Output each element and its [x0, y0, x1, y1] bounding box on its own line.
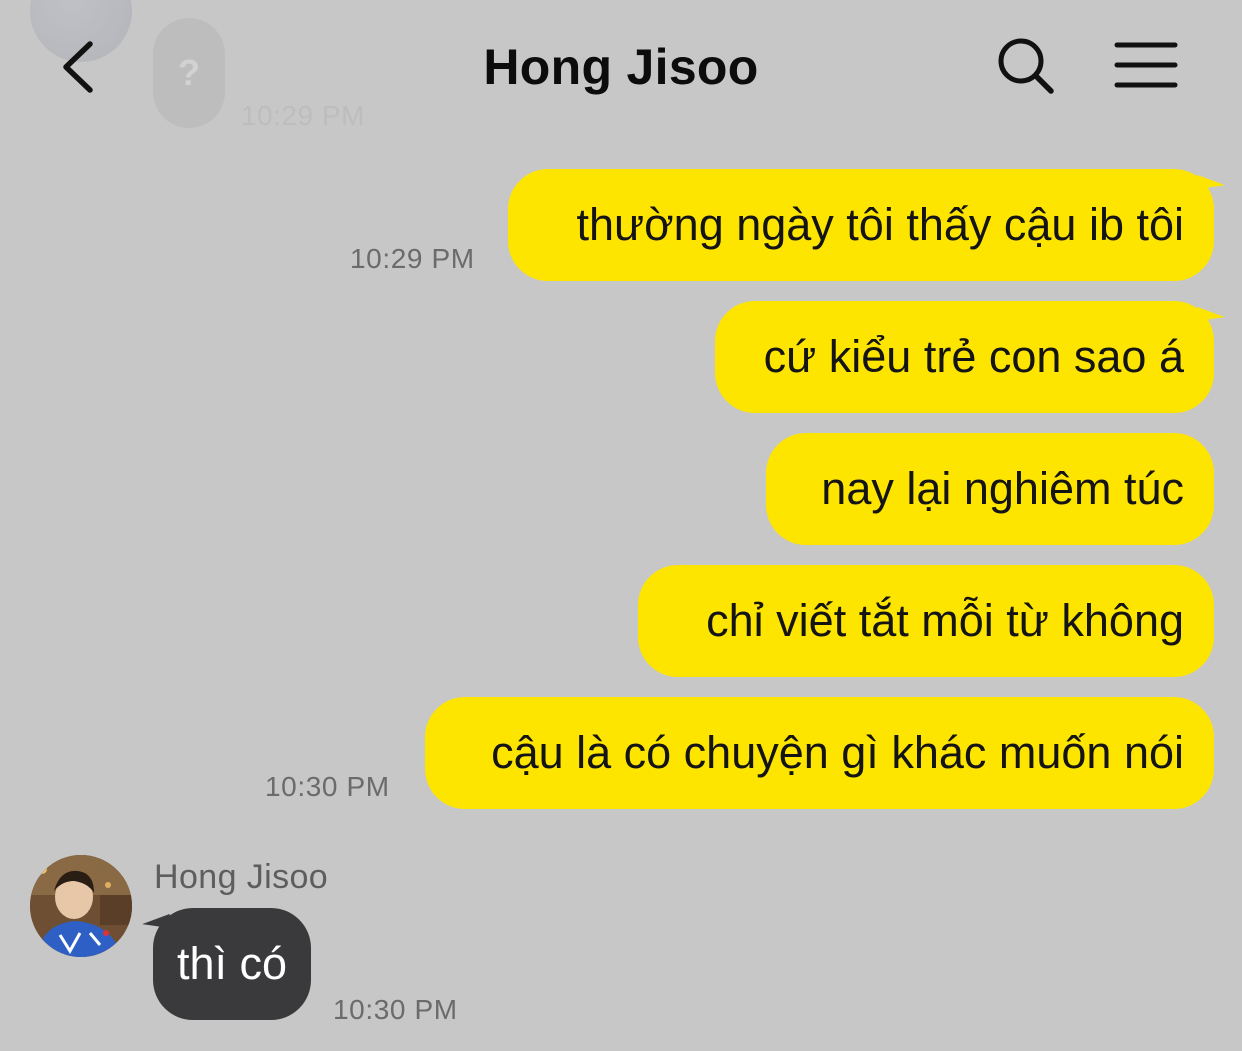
message-text: cậu là có chuyện gì khác muốn nói: [491, 727, 1184, 778]
menu-icon: [1114, 42, 1178, 88]
message-time: 10:30 PM: [333, 994, 458, 1025]
menu-button[interactable]: [1114, 40, 1178, 90]
message-time: 10:29 PM: [350, 243, 475, 274]
chat-header: Hong Jisoo: [0, 0, 1242, 140]
sender-name: Hong Jisoo: [154, 858, 329, 896]
contact-avatar[interactable]: [30, 855, 132, 957]
message-text: chỉ viết tắt mỗi từ không: [706, 595, 1184, 646]
message-time: 10:30 PM: [265, 771, 390, 802]
search-icon: [998, 38, 1054, 94]
avatar-image: [30, 855, 132, 957]
message-text: nay lại nghiêm túc: [821, 463, 1184, 514]
outgoing-message-bubble[interactable]: cậu là có chuyện gì khác muốn nói: [425, 697, 1214, 809]
outgoing-message-bubble[interactable]: nay lại nghiêm túc: [766, 433, 1214, 545]
message-text: cứ kiểu trẻ con sao á: [763, 331, 1184, 382]
message-text: thường ngày tôi thấy cậu ib tôi: [576, 199, 1185, 250]
incoming-message-bubble[interactable]: thì có: [153, 908, 312, 1020]
message-text: thì có: [177, 938, 288, 989]
outgoing-message-bubble[interactable]: chỉ viết tắt mỗi từ không: [638, 565, 1214, 677]
outgoing-message-bubble[interactable]: cứ kiểu trẻ con sao á: [715, 301, 1214, 413]
search-button[interactable]: [996, 36, 1056, 96]
outgoing-message-bubble[interactable]: thường ngày tôi thấy cậu ib tôi: [508, 169, 1214, 281]
